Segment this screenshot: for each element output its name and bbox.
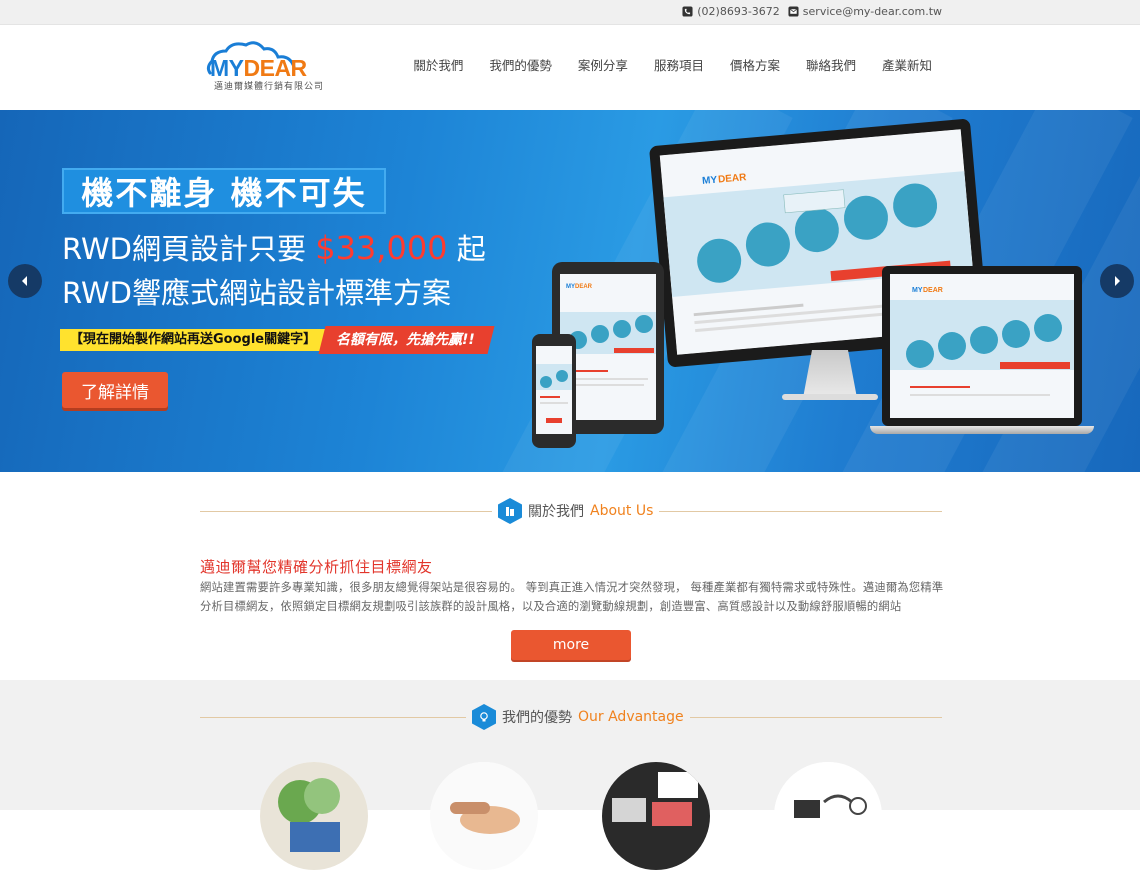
logo-wordmark: MYDEAR [210,55,307,81]
hero-price: $33,000 [315,229,448,267]
about-heading: 邁迪爾幫您精確分析抓住目標網友 [200,558,433,576]
advantage-image-3 [602,762,710,870]
about-title-zh: 關於我們 [528,504,584,520]
slider-next-button[interactable] [1100,264,1134,298]
site-header: MYDEAR 邁迪爾媒體行銷有限公司 關於我們 我們的優勢 案例分享 服務項目 … [0,25,1140,110]
advantage-section: 我們的優勢 Our Advantage [0,680,1140,870]
advantage-section-title: 我們的優勢 Our Advantage [466,704,690,730]
svg-text:MY: MY [566,284,575,290]
laptop-mockup: MY DEAR [882,266,1082,426]
chevron-right-icon [1115,276,1120,286]
advantage-image-2 [430,762,538,870]
mail-icon [788,6,799,17]
about-section-header: 關於我們 About Us [200,498,942,524]
laptop-base [870,426,1094,434]
top-bar: (02)8693-3672 service@my-dear.com.tw [0,0,1140,25]
chevron-left-icon [22,276,27,286]
svg-text:MY: MY [912,287,923,294]
main-nav: 關於我們 我們的優勢 案例分享 服務項目 價格方案 聯絡我們 產業新知 [413,55,932,74]
contact-info: (02)8693-3672 service@my-dear.com.tw [682,5,942,18]
promo-limited: 名額有限，先搶先贏!! [318,326,495,354]
svg-text:MY: MY [702,175,718,187]
phone-screen-image [536,346,572,434]
advantage-image-4 [774,762,882,870]
laptop-screen-image: MY DEAR [890,274,1074,418]
advantage-image-1 [260,762,368,870]
about-body-text: 網站建置需要許多專業知識，很多朋友總覺得架站是很容易的。 等到真正進入情況才突然… [200,581,944,613]
phone-mockup [532,334,576,448]
nav-about[interactable]: 關於我們 [413,55,463,74]
hero-price-line: RWD網頁設計只要 $33,000 起 [62,229,486,267]
advantage-title-zh: 我們的優勢 [502,710,572,726]
more-button[interactable]: more [511,630,631,660]
svg-text:DEAR: DEAR [923,287,943,294]
nav-contact[interactable]: 聯絡我們 [806,55,856,74]
building-icon [498,498,522,524]
email-item[interactable]: service@my-dear.com.tw [788,5,942,18]
phone-number: (02)8693-3672 [697,5,780,18]
desktop-base [782,394,878,400]
lightbulb-icon [472,704,496,730]
learn-more-button[interactable]: 了解詳情 [62,372,168,408]
nav-pricing[interactable]: 價格方案 [730,55,780,74]
phone-item[interactable]: (02)8693-3672 [682,5,780,18]
logo[interactable]: MYDEAR 邁迪爾媒體行銷有限公司 [204,37,324,97]
slider-prev-button[interactable] [8,264,42,298]
phone-icon [682,6,693,17]
email-address: service@my-dear.com.tw [802,5,942,18]
logo-company-name: 邁迪爾媒體行銷有限公司 [214,82,325,92]
nav-news[interactable]: 產業新知 [882,55,932,74]
hero-badge: 機不離身 機不可失 [62,168,386,214]
advantage-title-en: Our Advantage [578,709,684,725]
nav-cases[interactable]: 案例分享 [578,55,628,74]
about-section: 關於我們 About Us 邁迪爾幫您精確分析抓住目標網友 網站建置需要許多專業… [0,472,1140,680]
nav-advantage[interactable]: 我們的優勢 [489,55,552,74]
promo-google-keyword: 【現在開始製作網站再送Google關鍵字】 [60,329,327,351]
hero-banner: 機不離身 機不可失 RWD網頁設計只要 $33,000 起 RWD響應式網站設計… [0,110,1140,472]
about-section-title: 關於我們 About Us [492,498,660,524]
svg-text:DEAR: DEAR [575,284,593,290]
about-title-en: About Us [590,503,654,519]
advantage-section-header: 我們的優勢 Our Advantage [200,704,942,730]
hero-promo: 【現在開始製作網站再送Google關鍵字】 名額有限，先搶先贏!! [60,326,495,354]
nav-services[interactable]: 服務項目 [654,55,704,74]
hero-subtitle: RWD響應式網站設計標準方案 [62,276,451,310]
